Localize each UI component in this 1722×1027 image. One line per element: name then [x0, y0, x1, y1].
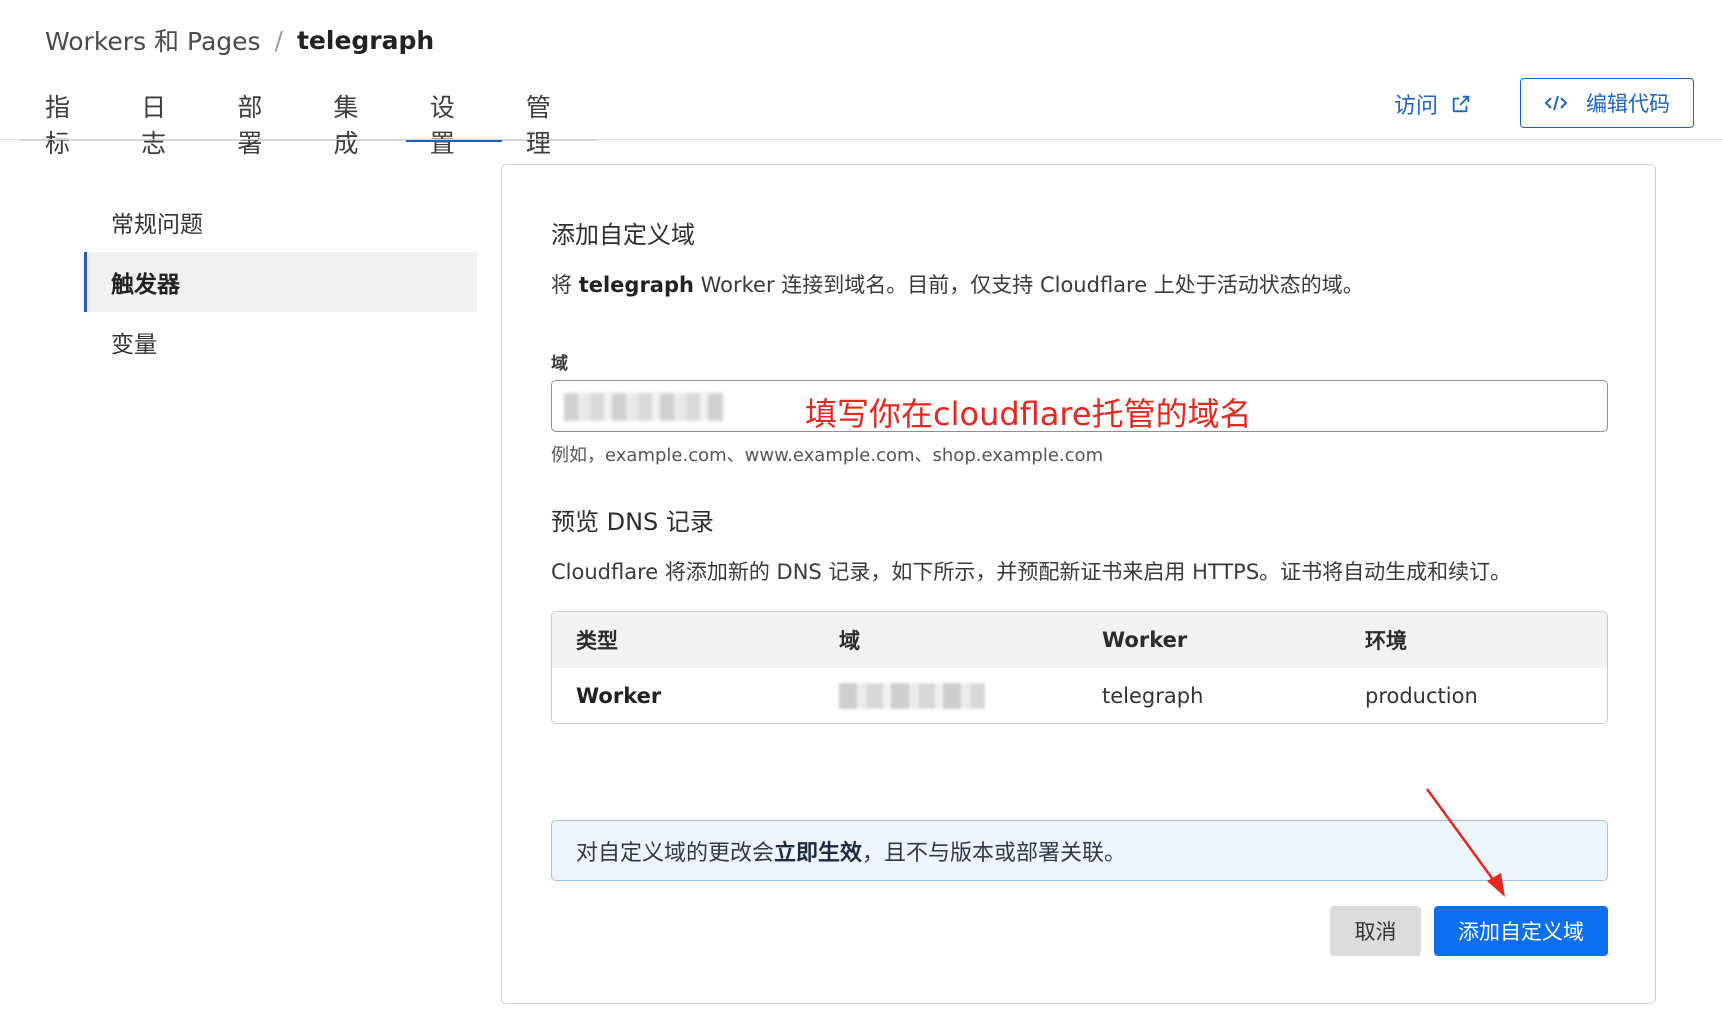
column-header-domain: 域 — [839, 629, 860, 653]
edit-code-button[interactable]: 编辑代码 — [1520, 78, 1694, 128]
tab-settings[interactable]: 设置 — [405, 75, 503, 158]
card-title: 添加自定义域 — [551, 221, 695, 249]
dns-preview-description: Cloudflare 将添加新的 DNS 记录，如下所示，并预配新证书来启用 H… — [551, 560, 1512, 584]
edit-code-label: 编辑代码 — [1586, 92, 1670, 116]
dns-records-table: 类型 域 Worker 环境 Worker telegraph producti… — [551, 611, 1608, 724]
breadcrumb-parent-link[interactable]: Workers 和 Pages — [45, 22, 261, 58]
tab-bar: 指标 日志 部署 集成 设置 管理 — [20, 75, 598, 158]
header-divider — [0, 139, 1722, 140]
domain-field-label: 域 — [551, 354, 568, 374]
cell-type: Worker — [576, 684, 662, 708]
table-row: Worker telegraph production — [552, 668, 1607, 723]
sidebar-item-general[interactable]: 常规问题 — [84, 192, 477, 252]
table-header-row: 类型 域 Worker 环境 — [552, 612, 1607, 668]
cell-environment: production — [1365, 684, 1478, 708]
breadcrumb-current: telegraph — [296, 25, 435, 55]
tab-logs[interactable]: 日志 — [117, 75, 213, 158]
column-header-type: 类型 — [576, 629, 618, 653]
settings-sidebar: 常规问题 触发器 变量 — [84, 192, 477, 372]
column-header-environment: 环境 — [1365, 629, 1407, 653]
domain-input[interactable]: 填写你在cloudflare托管的域名 — [551, 380, 1608, 433]
external-link-icon — [1452, 95, 1470, 113]
visit-link[interactable]: 访问 — [1394, 88, 1472, 120]
sidebar-item-variables[interactable]: 变量 — [84, 312, 477, 372]
tab-metrics[interactable]: 指标 — [20, 75, 117, 158]
annotation-arrow-icon — [1425, 788, 1505, 897]
card-description-suffix: Worker 连接到域名。目前，仅支持 Cloudflare 上处于活动状态的域… — [693, 273, 1364, 297]
tab-integrations[interactable]: 集成 — [310, 75, 406, 158]
domain-field-hint: 例如，example.com、www.example.com、shop.exam… — [551, 445, 1104, 466]
column-header-worker: Worker — [1102, 628, 1188, 652]
breadcrumb: Workers 和 Pages / telegraph — [45, 22, 434, 58]
code-icon — [1544, 95, 1568, 111]
notice-emphasis: 立即生效 — [774, 840, 863, 866]
notice-suffix: ，且不与版本或部署关联。 — [862, 840, 1127, 866]
cell-domain — [815, 683, 1078, 709]
cell-worker: telegraph — [1102, 684, 1204, 708]
redacted-domain-cell — [839, 683, 985, 709]
tab-deployments[interactable]: 部署 — [213, 75, 309, 158]
card-description: 将 telegraph Worker 连接到域名。目前，仅支持 Cloudfla… — [551, 269, 1364, 299]
dns-preview-title: 预览 DNS 记录 — [551, 508, 714, 536]
annotation-text: 填写你在cloudflare托管的域名 — [805, 395, 1252, 433]
cancel-button[interactable]: 取消 — [1330, 906, 1421, 956]
worker-name: telegraph — [578, 273, 694, 297]
notice-prefix: 对自定义域的更改会 — [576, 840, 775, 866]
card-description-prefix: 将 — [551, 273, 579, 297]
tab-manage[interactable]: 管理 — [502, 75, 598, 158]
breadcrumb-separator: / — [274, 25, 283, 55]
visit-label: 访问 — [1394, 94, 1439, 119]
add-custom-domain-button[interactable]: 添加自定义域 — [1434, 906, 1608, 956]
sidebar-item-triggers[interactable]: 触发器 — [84, 252, 477, 312]
redacted-domain-value — [564, 393, 724, 421]
